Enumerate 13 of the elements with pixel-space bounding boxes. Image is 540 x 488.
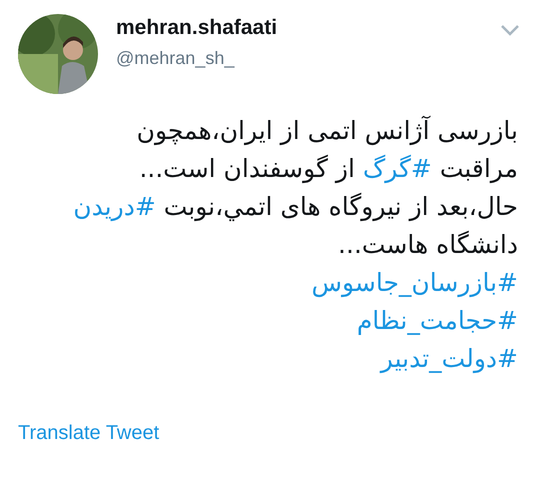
tweet-text: مراقبت #گرگ از گوسفندان است... <box>138 153 518 186</box>
translate-link[interactable]: Translate Tweet <box>18 422 160 445</box>
hashtag-link[interactable]: #دریدن <box>73 192 156 221</box>
hashtag-link[interactable]: #گرگ <box>362 154 432 183</box>
hashtag-link[interactable]: #بازرسان_جاسوس <box>311 268 518 297</box>
tweet-text: بازرسی آژانس اتمی از ایران،همچون <box>136 114 518 148</box>
author-handle[interactable]: @mehran_sh_ <box>116 48 482 69</box>
tweet-text: دانشگاه هاست... <box>337 229 518 261</box>
tweet-text: حال،بعد از نیروگاه های اتمي،نوبت #دریدن <box>72 191 518 224</box>
hashtag-link[interactable]: #حجامت_نظام <box>356 306 518 335</box>
hashtag-link[interactable]: #دولت_تدبیر <box>380 344 518 373</box>
chevron-down-icon[interactable] <box>500 24 520 36</box>
author-name[interactable]: mehran.shafaati <box>116 16 482 40</box>
